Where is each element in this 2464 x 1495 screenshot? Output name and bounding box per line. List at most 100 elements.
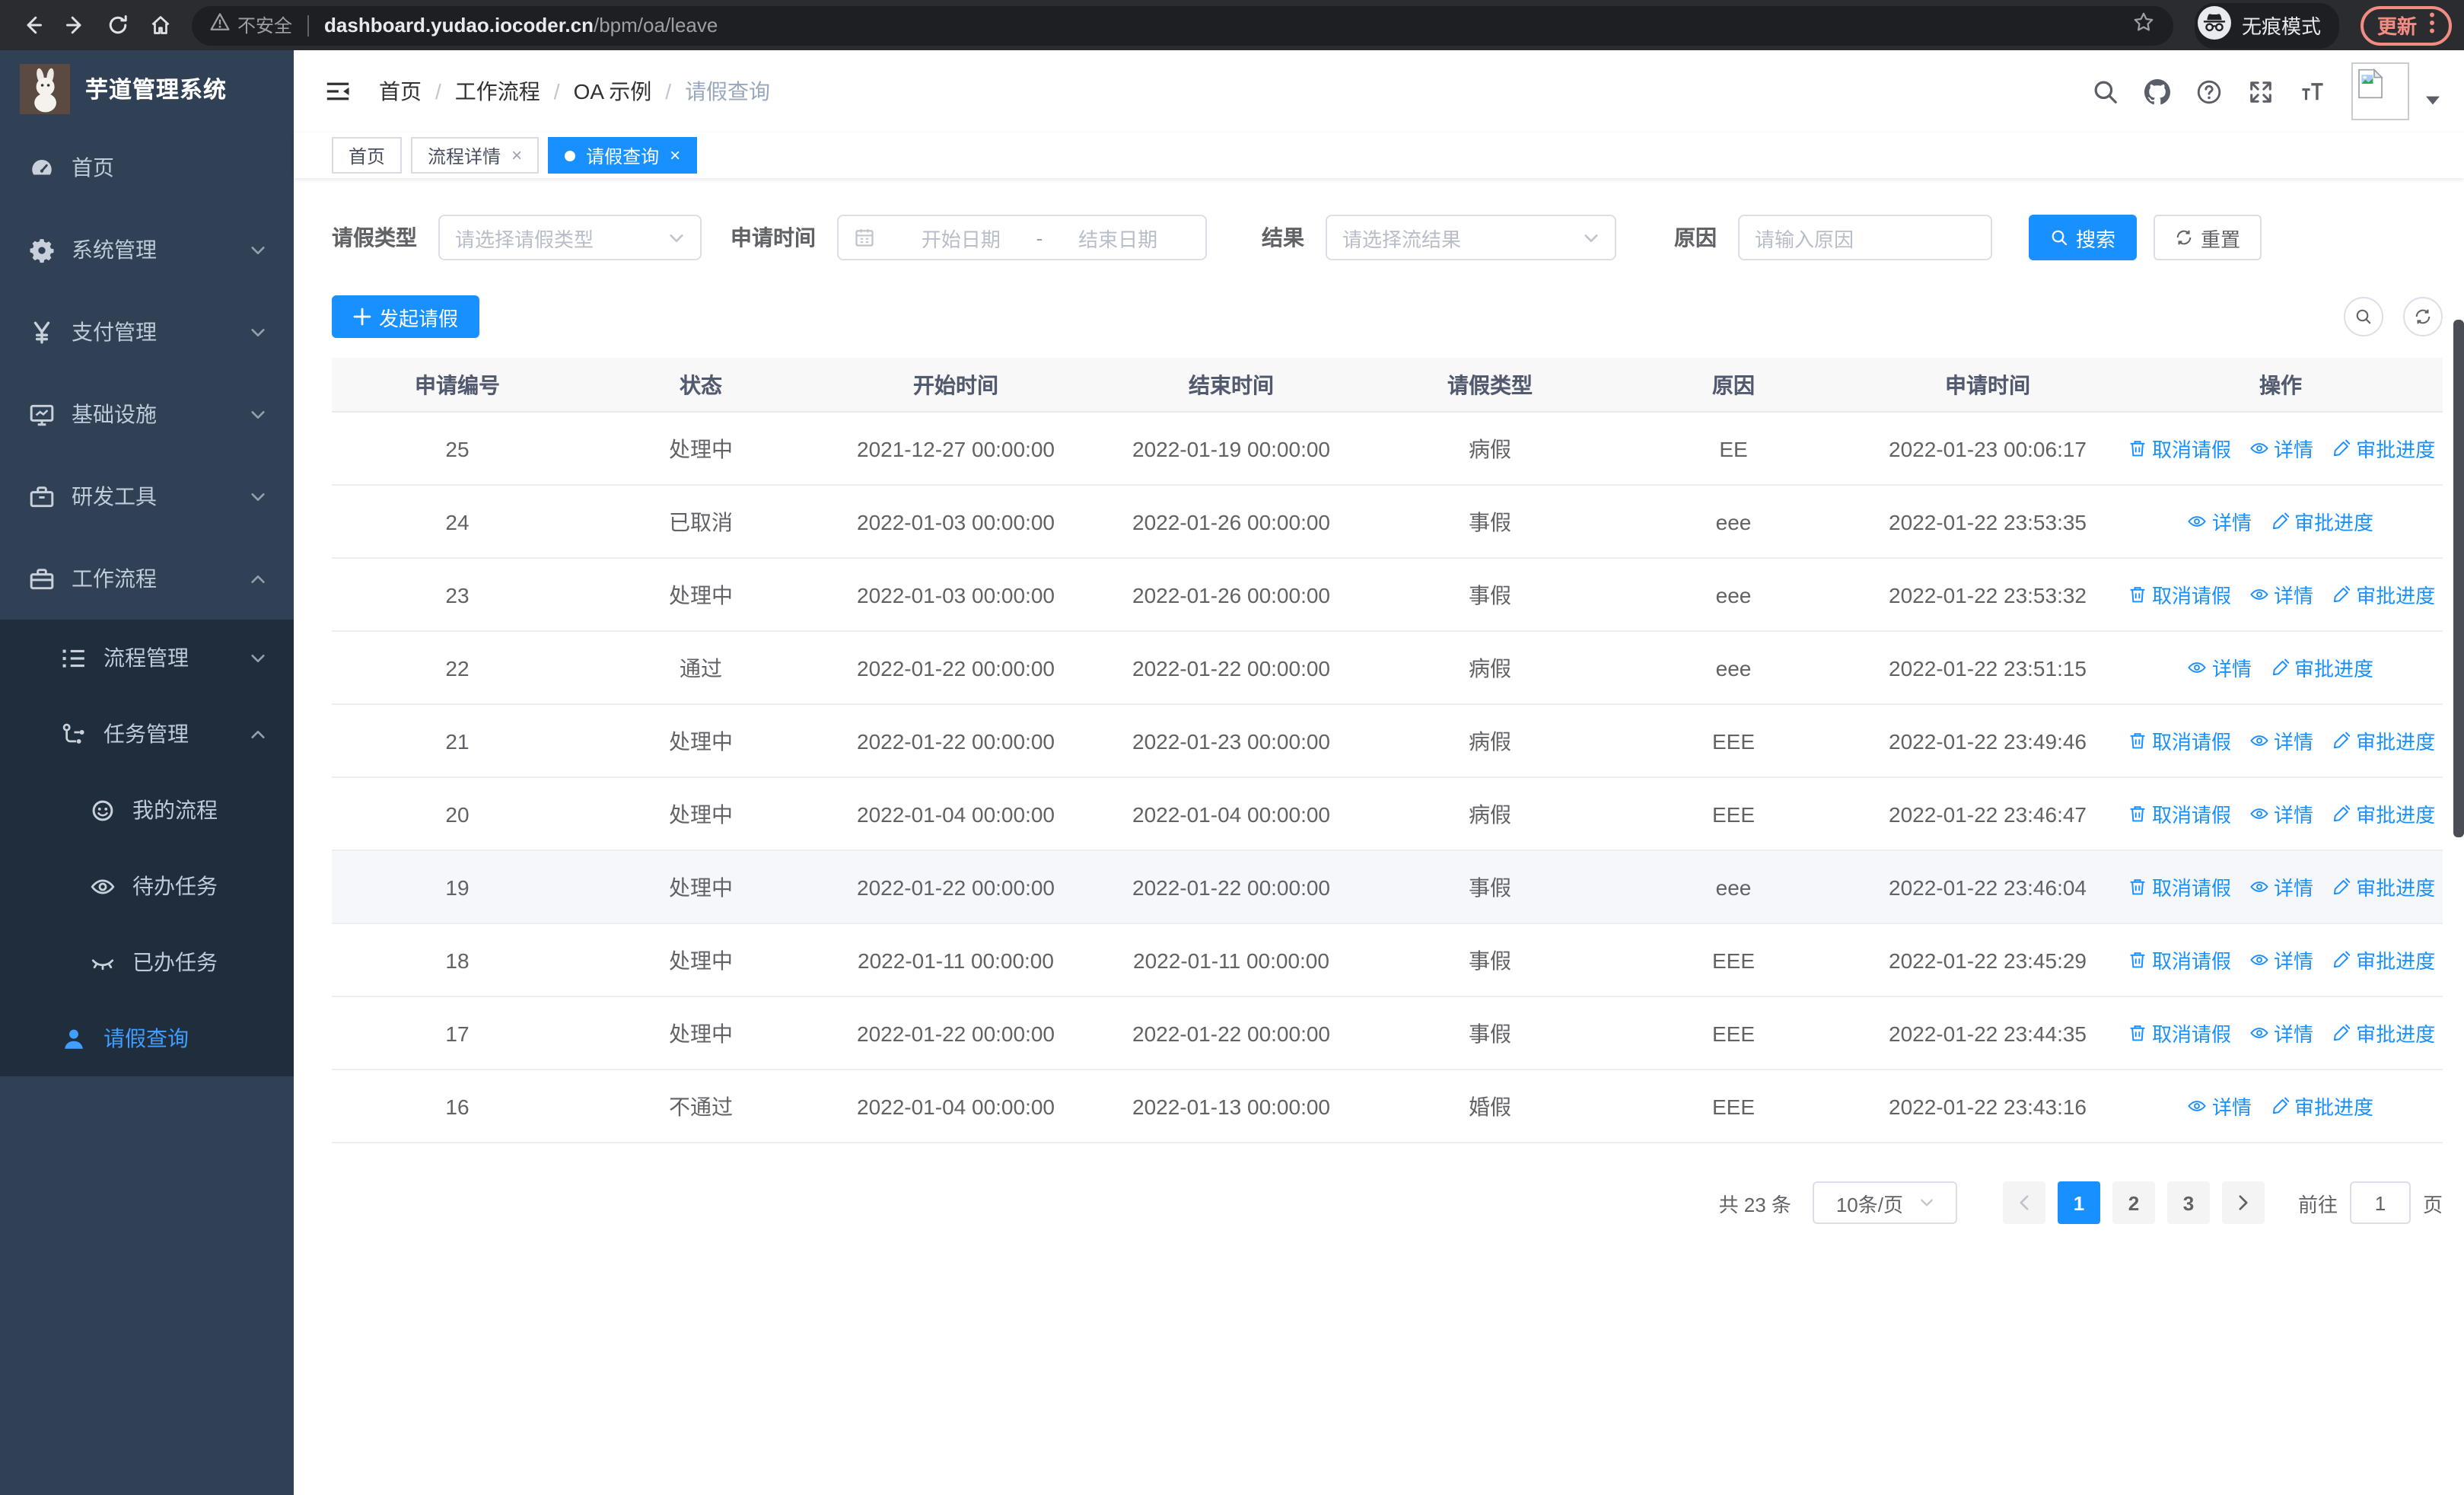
monitor-icon	[29, 401, 55, 427]
search-icon[interactable]	[2093, 78, 2119, 104]
create-leave-button[interactable]: 发起请假	[332, 295, 480, 338]
detail-action-link[interactable]: 详情	[2249, 872, 2313, 901]
font-size-icon[interactable]	[2300, 78, 2326, 104]
detail-action-link[interactable]: 详情	[2249, 726, 2313, 755]
sidebar-item-待办任务[interactable]: 待办任务	[0, 848, 294, 924]
eye-open-icon	[90, 873, 116, 899]
sidebar-item-首页[interactable]: 首页	[0, 126, 294, 209]
reason-input[interactable]: 请输入原因	[1738, 215, 1992, 260]
page-button-2[interactable]: 2	[2112, 1181, 2155, 1224]
goto-page-input[interactable]	[2349, 1181, 2411, 1224]
detail-action-link[interactable]: 详情	[2249, 945, 2313, 974]
detail-action-link[interactable]: 详情	[2249, 1018, 2313, 1047]
sidebar-item-基础设施[interactable]: 基础设施	[0, 373, 294, 455]
leave-type-select[interactable]: 请选择请假类型	[438, 215, 702, 260]
page-size-select[interactable]: 10条/页	[1812, 1181, 1957, 1224]
progress-action-link[interactable]: 审批进度	[2270, 653, 2373, 682]
progress-action-link[interactable]: 审批进度	[2270, 507, 2373, 536]
result-select[interactable]: 请选择流结果	[1326, 215, 1616, 260]
cancel-action-link[interactable]: 取消请假	[2128, 726, 2231, 755]
tab-流程详情[interactable]: 流程详情 ×	[411, 137, 540, 174]
progress-action-link[interactable]: 审批进度	[2332, 726, 2435, 755]
sidebar-item-支付管理[interactable]: 支付管理	[0, 291, 294, 373]
avatar[interactable]	[2351, 62, 2409, 120]
incognito-badge[interactable]: 无痕模式	[2194, 2, 2339, 48]
forward-icon[interactable]	[55, 5, 94, 45]
progress-action-link[interactable]: 审批进度	[2332, 1018, 2435, 1047]
browser-menu-icon[interactable]	[2429, 12, 2435, 38]
breadcrumb-item[interactable]: 首页	[379, 76, 422, 107]
next-page-button[interactable]	[2221, 1181, 2265, 1224]
table-header-row: 申请编号 状态 开始时间 结束时间 请假类型 原因 申请时间 操作	[332, 358, 2443, 413]
page-button-1[interactable]: 1	[2057, 1181, 2100, 1224]
progress-action-link[interactable]: 审批进度	[2332, 434, 2435, 463]
sidebar-item-我的流程[interactable]: 我的流程	[0, 772, 294, 848]
progress-action-link[interactable]: 审批进度	[2332, 945, 2435, 974]
bookmark-star-icon[interactable]	[2132, 10, 2155, 40]
tab-close-icon[interactable]: ×	[511, 145, 522, 166]
sidebar-collapse-icon[interactable]	[326, 81, 350, 102]
tab-label: 流程详情	[428, 145, 501, 167]
briefcase-icon	[29, 566, 55, 591]
cell-end: 2022-01-19 00:00:00	[1093, 412, 1370, 486]
cancel-action-link[interactable]: 取消请假	[2128, 799, 2231, 828]
cell-id: 23	[332, 558, 583, 632]
reload-icon[interactable]	[97, 5, 137, 45]
progress-action-link[interactable]: 审批进度	[2332, 872, 2435, 901]
home-icon[interactable]	[140, 5, 180, 45]
sidebar-item-研发工具[interactable]: 研发工具	[0, 455, 294, 537]
eye-icon	[2249, 438, 2269, 458]
browser-toolbar: 不安全 dashboard.yudao.iocoder.cn/bpm/oa/le…	[0, 0, 2464, 50]
app-logo[interactable]: 芋道管理系统	[0, 50, 294, 126]
breadcrumb-item[interactable]: OA 示例	[574, 76, 652, 107]
cell-type: 事假	[1370, 923, 1610, 997]
gauge-icon	[29, 155, 55, 180]
address-bar[interactable]: 不安全 dashboard.yudao.iocoder.cn/bpm/oa/le…	[192, 5, 2173, 45]
sidebar-item-已办任务[interactable]: 已办任务	[0, 924, 294, 1000]
tab-请假查询[interactable]: 请假查询 ×	[548, 137, 698, 174]
action-label: 取消请假	[2152, 877, 2232, 900]
progress-action-link[interactable]: 审批进度	[2332, 799, 2435, 828]
detail-action-link[interactable]: 详情	[2188, 507, 2252, 536]
detail-action-link[interactable]: 详情	[2188, 653, 2252, 682]
prev-page-button[interactable]	[2002, 1181, 2045, 1224]
start-date-placeholder[interactable]: 开始日期	[889, 223, 1033, 252]
progress-action-link[interactable]: 审批进度	[2332, 580, 2435, 609]
detail-action-link[interactable]: 详情	[2249, 434, 2313, 463]
update-button[interactable]: 更新	[2360, 5, 2452, 45]
help-icon[interactable]	[2196, 78, 2222, 104]
update-label: 更新	[2376, 15, 2417, 38]
apply-time-range-input[interactable]: 开始日期 - 结束日期	[837, 215, 1207, 260]
detail-action-link[interactable]: 详情	[2188, 1092, 2252, 1120]
show-search-button[interactable]	[2344, 297, 2383, 336]
profile-caret-icon[interactable]	[2426, 96, 2440, 105]
search-button[interactable]: 搜索	[2029, 215, 2138, 260]
sidebar-item-流程管理[interactable]: 流程管理	[0, 620, 294, 696]
detail-action-link[interactable]: 详情	[2249, 799, 2313, 828]
cancel-action-link[interactable]: 取消请假	[2128, 434, 2231, 463]
sidebar-item-请假查询[interactable]: 请假查询	[0, 1000, 294, 1076]
page-button-3[interactable]: 3	[2166, 1181, 2210, 1224]
progress-action-link[interactable]: 审批进度	[2270, 1092, 2373, 1120]
tab-close-icon[interactable]: ×	[670, 145, 680, 166]
cancel-action-link[interactable]: 取消请假	[2128, 945, 2231, 974]
cancel-action-link[interactable]: 取消请假	[2128, 1018, 2231, 1047]
cancel-action-link[interactable]: 取消请假	[2128, 872, 2231, 901]
detail-action-link[interactable]: 详情	[2249, 580, 2313, 609]
sidebar-item-工作流程[interactable]: 工作流程	[0, 537, 294, 620]
cancel-action-link[interactable]: 取消请假	[2128, 580, 2231, 609]
reset-button[interactable]: 重置	[2154, 215, 2262, 260]
sidebar-item-任务管理[interactable]: 任务管理	[0, 696, 294, 772]
breadcrumb-item[interactable]: 工作流程	[455, 76, 540, 107]
refresh-table-button[interactable]	[2403, 297, 2443, 336]
fullscreen-icon[interactable]	[2248, 78, 2274, 104]
cell-start: 2022-01-22 00:00:00	[819, 704, 1093, 778]
github-icon[interactable]	[2144, 78, 2170, 104]
back-icon[interactable]	[12, 5, 52, 45]
action-label: 详情	[2211, 512, 2252, 534]
sidebar-item-系统管理[interactable]: 系统管理	[0, 209, 294, 291]
scrollbar-thumb[interactable]	[2453, 320, 2464, 837]
end-date-placeholder[interactable]: 结束日期	[1046, 223, 1190, 252]
tab-首页[interactable]: 首页	[332, 137, 403, 174]
edit-icon	[2332, 877, 2351, 897]
